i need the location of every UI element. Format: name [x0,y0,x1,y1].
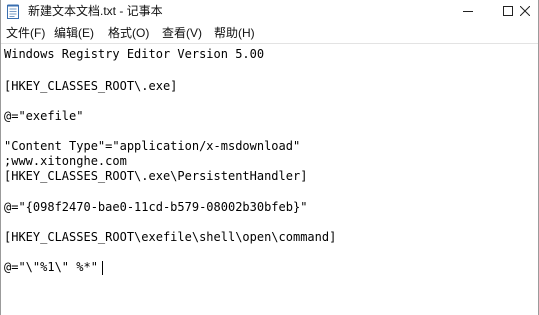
text-line: Windows Registry Editor Version 5.00 [4,47,265,61]
text-line: [HKEY_CLASSES_ROOT\.exe] [4,79,178,93]
text-line: @="{098f2470-bae0-11cd-b579-08002b30bfeb… [4,200,308,214]
minimize-icon [463,3,473,21]
text-line: @="\"%1\" %*" [4,260,98,274]
window-title: 新建文本文档.txt - 记事本 [28,4,163,18]
menu-format[interactable]: 格式(O) [108,26,149,41]
text-line: [HKEY_CLASSES_ROOT\.exe\PersistentHandle… [4,169,308,183]
menu-view[interactable]: 查看(V) [162,26,202,41]
menu-file[interactable]: 文件(F) [6,26,45,41]
text-line: ;www.xitonghe.com [4,154,127,168]
text-line: @="exefile" [4,109,84,123]
text-editor[interactable]: Windows Registry Editor Version 5.00 [HK… [1,44,538,315]
notepad-window: 新建文本文档.txt - 记事本 文件(F) 编辑(E) 格式(O) 查看(V)… [0,0,539,315]
menu-bar: 文件(F) 编辑(E) 格式(O) 查看(V) 帮助(H) [1,24,538,43]
menu-help[interactable]: 帮助(H) [214,26,255,41]
text-caret [102,261,103,275]
notepad-icon [7,4,20,19]
close-icon [519,3,530,21]
menu-edit[interactable]: 编辑(E) [54,26,94,41]
close-button[interactable] [511,0,538,23]
title-bar[interactable]: 新建文本文档.txt - 记事本 [1,0,538,23]
minimize-button[interactable] [448,0,488,23]
text-line: "Content Type"="application/x-msdownload… [4,139,301,153]
text-line: [HKEY_CLASSES_ROOT\exefile\shell\open\co… [4,230,337,244]
